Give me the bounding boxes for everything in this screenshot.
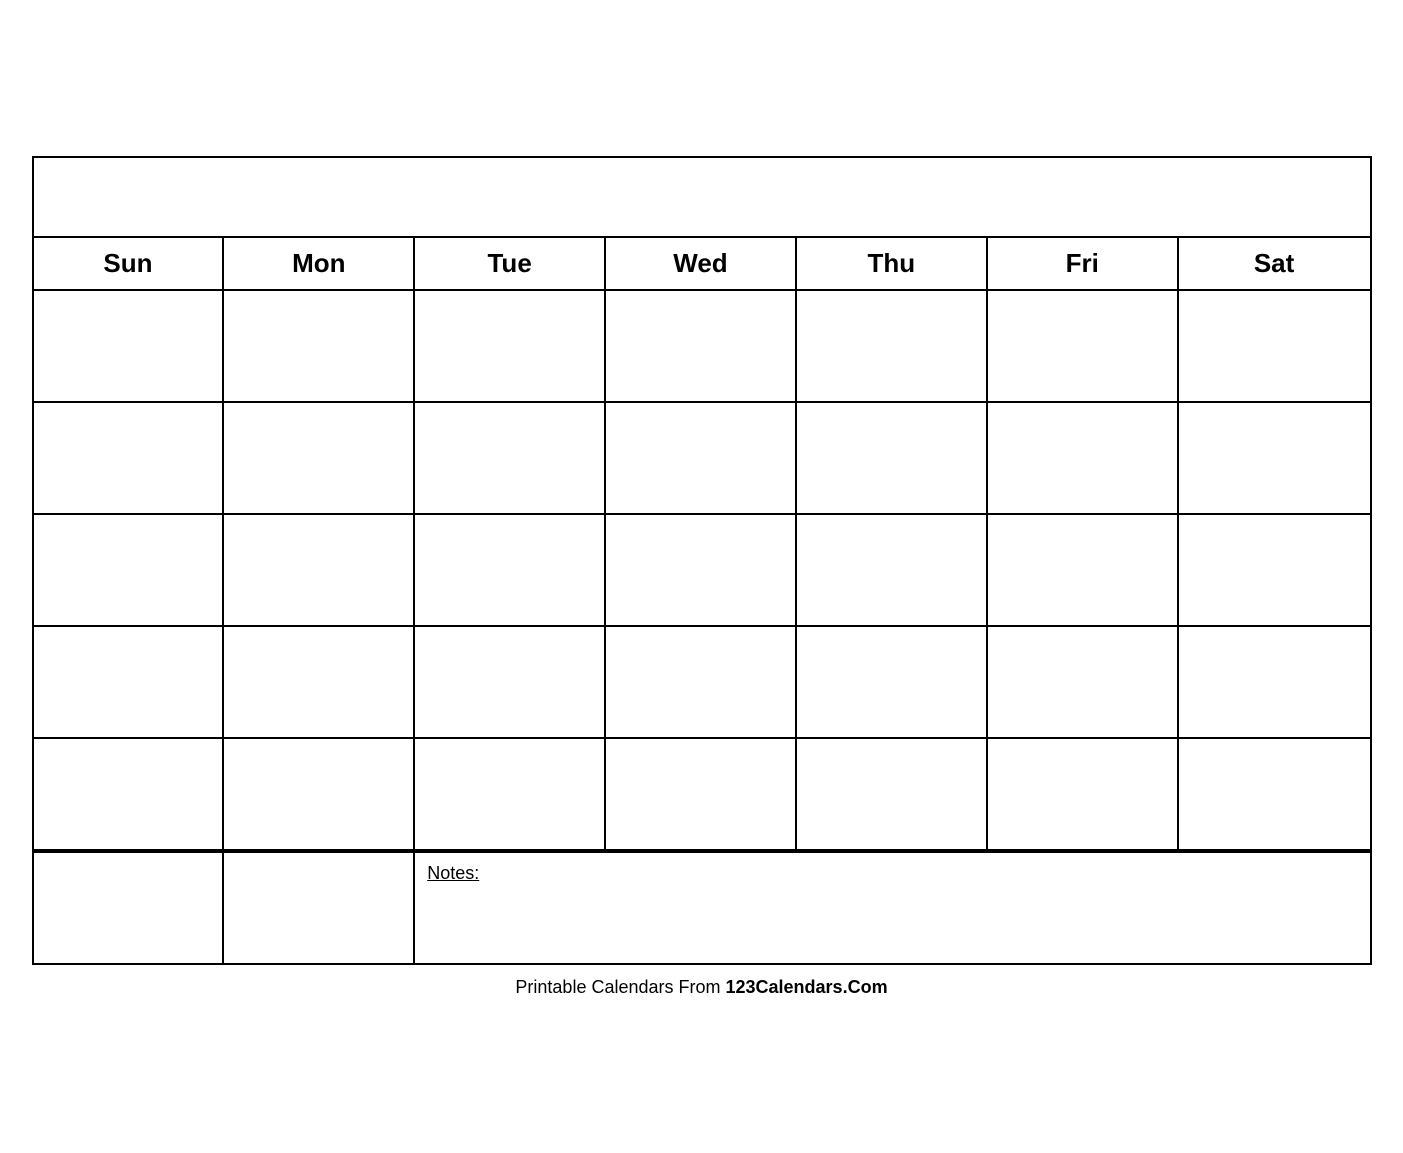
footer: Printable Calendars From 123Calendars.Co… [32, 977, 1372, 998]
table-row [606, 515, 797, 625]
table-row [34, 739, 225, 849]
header-thu: Thu [797, 238, 988, 289]
calendar-body: Notes: [34, 291, 1370, 963]
table-row [988, 403, 1179, 513]
calendar-title-row [34, 158, 1370, 238]
calendar-wrapper: Sun Mon Tue Wed Thu Fri Sat [32, 156, 1372, 998]
table-row [606, 627, 797, 737]
table-row [988, 515, 1179, 625]
notes-content-cell: Notes: [415, 853, 1369, 963]
header-sat: Sat [1179, 238, 1370, 289]
header-tue: Tue [415, 238, 606, 289]
table-row [224, 627, 415, 737]
notes-empty-cell-1 [34, 853, 225, 963]
table-row [606, 291, 797, 401]
table-row [34, 403, 225, 513]
table-row [1179, 515, 1370, 625]
header-mon: Mon [224, 238, 415, 289]
header-sun: Sun [34, 238, 225, 289]
calendar-header: Sun Mon Tue Wed Thu Fri Sat [34, 238, 1370, 291]
table-row [606, 403, 797, 513]
table-row [224, 515, 415, 625]
table-row [797, 291, 988, 401]
table-row [415, 515, 606, 625]
table-row [797, 403, 988, 513]
table-row [797, 627, 988, 737]
table-row [988, 627, 1179, 737]
calendar-week-1 [34, 291, 1370, 403]
table-row [606, 739, 797, 849]
table-row [224, 739, 415, 849]
header-wed: Wed [606, 238, 797, 289]
table-row [224, 291, 415, 401]
table-row [797, 515, 988, 625]
table-row [1179, 627, 1370, 737]
calendar-container: Sun Mon Tue Wed Thu Fri Sat [32, 156, 1372, 965]
table-row [34, 291, 225, 401]
calendar-week-4 [34, 627, 1370, 739]
table-row [34, 627, 225, 737]
calendar-week-5 [34, 739, 1370, 851]
table-row [34, 515, 225, 625]
table-row [415, 627, 606, 737]
calendar-week-3 [34, 515, 1370, 627]
table-row [988, 739, 1179, 849]
notes-row: Notes: [34, 851, 1370, 963]
notes-empty-cell-2 [224, 853, 415, 963]
table-row [797, 739, 988, 849]
calendar-week-2 [34, 403, 1370, 515]
table-row [1179, 403, 1370, 513]
footer-text-normal: Printable Calendars From [515, 977, 725, 997]
table-row [415, 739, 606, 849]
notes-label: Notes: [427, 863, 1357, 884]
footer-text-bold: 123Calendars.Com [726, 977, 888, 997]
table-row [415, 403, 606, 513]
header-fri: Fri [988, 238, 1179, 289]
table-row [988, 291, 1179, 401]
table-row [224, 403, 415, 513]
table-row [1179, 291, 1370, 401]
table-row [1179, 739, 1370, 849]
table-row [415, 291, 606, 401]
